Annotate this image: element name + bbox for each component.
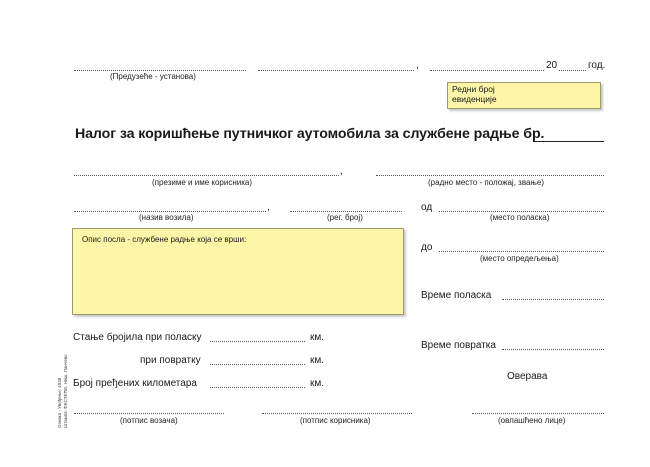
user-name-line[interactable]: [74, 175, 339, 176]
from-label: од: [421, 202, 433, 213]
odometer-total-line[interactable]: [210, 387, 305, 388]
job-line[interactable]: [376, 175, 604, 176]
date-line[interactable]: [430, 70, 544, 71]
year-prefix: 20: [546, 60, 558, 71]
departure-line[interactable]: [502, 299, 604, 300]
odometer-start-unit: км.: [310, 332, 325, 343]
to-line[interactable]: [439, 251, 604, 252]
job-description-label: Опис посла - службене радње која се врши…: [82, 235, 247, 244]
vehicle-line[interactable]: [74, 211, 266, 212]
from-caption: (место поласка): [490, 213, 550, 222]
driver-signature-line[interactable]: [74, 413, 224, 414]
vehicle-caption: (назив возила): [139, 213, 194, 222]
order-number-line[interactable]: [533, 141, 604, 142]
reg-line[interactable]: [290, 211, 402, 212]
document-title: Налог за коришћење путничког аутомобила …: [75, 126, 545, 142]
user-signature-caption: (потпис корисника): [300, 416, 371, 425]
job-caption: (радно место - положај, звање): [428, 178, 545, 187]
authorized-signature-caption: (овлашћено лице): [498, 416, 566, 425]
odometer-return-line[interactable]: [210, 364, 305, 365]
authorized-signature-line[interactable]: [472, 413, 604, 414]
odometer-return-unit: км.: [310, 355, 325, 366]
year-suffix: год.: [588, 60, 606, 71]
odometer-start-label: Стање бројила при поласку: [73, 332, 202, 343]
verify-label: Оверава: [507, 371, 548, 382]
company-line[interactable]: [74, 70, 246, 71]
comma-mark-2: ,: [340, 166, 343, 177]
company-caption: (Предузеће - установа): [110, 72, 196, 81]
reg-caption: (рег. број): [327, 213, 363, 222]
registry-box[interactable]: Редни број евиденције: [447, 82, 601, 109]
user-signature-line[interactable]: [262, 413, 412, 414]
place-line[interactable]: [258, 70, 414, 71]
year-line[interactable]: [559, 70, 586, 71]
odometer-return-label: при повратку: [140, 355, 201, 366]
to-caption: (место опредељења): [480, 254, 559, 263]
registry-label: Редни број евиденције: [452, 84, 497, 104]
return-time-label: Време повратка: [421, 340, 496, 351]
odometer-start-line[interactable]: [210, 341, 305, 342]
printer-note-1: Ознака - Увођење: 4938: [57, 377, 62, 428]
job-description-box[interactable]: Опис посла - службене радње која се врши…: [72, 228, 404, 315]
odometer-total-label: Број пређених километара: [73, 378, 197, 389]
printer-note-2: Штампа: ФЕСТЕЋЕ, Ниш, Панчево: [63, 354, 68, 428]
from-line[interactable]: [439, 211, 604, 212]
to-label: до: [421, 242, 433, 253]
user-name-caption: (презиме и име корисника): [152, 178, 252, 187]
comma-mark-3: ,: [267, 202, 270, 213]
return-time-line[interactable]: [502, 349, 604, 350]
comma-mark: ,: [416, 60, 419, 71]
departure-label: Време поласка: [421, 290, 492, 301]
odometer-total-unit: км.: [310, 378, 325, 389]
driver-signature-caption: (потпис возача): [120, 416, 178, 425]
